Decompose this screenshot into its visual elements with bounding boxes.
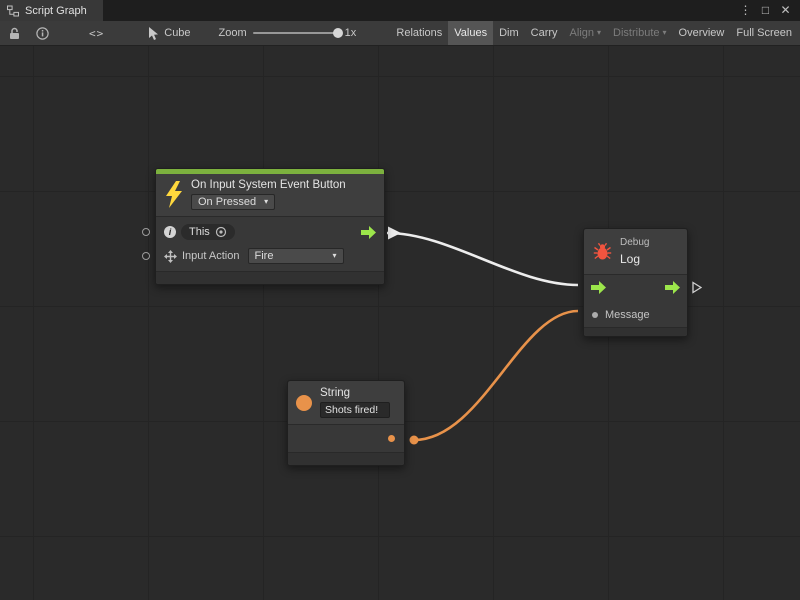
string-output-row [288, 425, 404, 452]
input-action-icon [164, 250, 177, 263]
debug-log-node[interactable]: Debug Log Message [583, 228, 688, 337]
message-label: Message [605, 309, 650, 321]
zoom-value: 1x [345, 27, 357, 39]
flow-input-port[interactable] [591, 281, 606, 297]
carry-button[interactable]: Carry [525, 21, 564, 45]
graph-target[interactable]: Cube [142, 21, 196, 45]
string-literal-node[interactable]: String [287, 380, 405, 466]
info-icon [36, 27, 49, 40]
event-node[interactable]: On Input System Event Button On Pressed … [155, 168, 385, 285]
lock-icon [8, 27, 20, 40]
zoom-slider[interactable] [253, 32, 339, 34]
string-node-footer [288, 452, 404, 465]
relations-button[interactable]: Relations [390, 21, 448, 45]
overview-button[interactable]: Overview [673, 21, 731, 45]
graph-toolbar: <> Cube Zoom 1x Relations Values Dim Car… [0, 21, 800, 46]
event-mode-dropdown[interactable]: On Pressed ▾ [191, 194, 275, 210]
event-node-body: i This Inpu [156, 217, 384, 271]
info-button[interactable] [28, 21, 57, 45]
chevron-down-icon: ▾ [332, 252, 336, 260]
self-port-row: i This [156, 220, 384, 244]
self-input-port[interactable] [142, 228, 150, 236]
input-action-port[interactable] [142, 252, 150, 260]
graph-icon [7, 5, 19, 17]
node-title: Log [620, 252, 640, 266]
message-input-port[interactable] [592, 312, 598, 318]
event-node-footer [156, 271, 384, 284]
zoom-control: Zoom 1x [219, 27, 357, 39]
object-picker-icon [215, 226, 227, 238]
script-graph-window: Script Graph ⋮ □ ✕ <> [0, 0, 800, 600]
window-controls: ⋮ □ ✕ [737, 0, 800, 21]
info-icon: i [164, 226, 176, 238]
bug-icon [593, 242, 612, 261]
unconnected-flow-port[interactable] [692, 281, 702, 297]
lock-button[interactable] [0, 21, 28, 45]
gameobject-selector[interactable]: This [181, 224, 235, 240]
title-bar: Script Graph ⋮ □ ✕ [0, 0, 800, 21]
node-category: Debug [620, 237, 649, 249]
lightning-bolt-icon [164, 181, 184, 208]
string-node-titles: String [320, 387, 390, 418]
zoom-slider-handle[interactable] [333, 28, 343, 38]
debug-node-footer [584, 327, 687, 336]
node-title: String [320, 387, 350, 399]
zoom-label: Zoom [219, 27, 247, 39]
window-menu-button[interactable]: ⋮ [737, 0, 754, 21]
input-action-label: Input Action [182, 250, 240, 262]
pointer-icon [148, 27, 159, 40]
align-dropdown[interactable]: Align ▾ [564, 21, 607, 45]
debug-node-header: Debug Log [584, 229, 687, 275]
event-node-titles: On Input System Event Button On Pressed … [191, 179, 346, 210]
string-output-port[interactable] [388, 435, 395, 442]
toolbar-buttons: Relations Values Dim Carry Align ▾ Distr… [390, 21, 798, 45]
target-name: Cube [164, 27, 190, 39]
string-value-input[interactable] [320, 402, 390, 418]
distribute-dropdown[interactable]: Distribute ▾ [607, 21, 672, 45]
string-type-icon [296, 395, 312, 411]
tab-title: Script Graph [25, 5, 87, 17]
tab-script-graph[interactable]: Script Graph [0, 0, 103, 21]
maximize-button[interactable]: □ [757, 0, 774, 21]
message-port-row: Message [584, 303, 687, 327]
node-title: On Input System Event Button [191, 179, 346, 191]
close-button[interactable]: ✕ [777, 0, 794, 21]
debug-flow-row [584, 275, 687, 303]
chevron-down-icon: ▾ [264, 198, 268, 206]
event-node-header: On Input System Event Button On Pressed … [156, 174, 384, 217]
chevron-down-icon: ▾ [663, 29, 667, 37]
input-action-dropdown[interactable]: Fire ▾ [248, 248, 344, 264]
string-node-header: String [288, 381, 404, 425]
values-button[interactable]: Values [448, 21, 493, 45]
flow-output-port[interactable] [361, 226, 376, 239]
chevron-down-icon: ▾ [597, 29, 601, 37]
flow-output-port[interactable] [665, 281, 680, 297]
code-view-button[interactable]: <> [81, 21, 112, 45]
dim-button[interactable]: Dim [493, 21, 525, 45]
code-icon: <> [89, 27, 104, 40]
fullscreen-button[interactable]: Full Screen [730, 21, 798, 45]
input-action-row: Input Action Fire ▾ [156, 244, 384, 268]
debug-node-titles: Debug Log [620, 237, 649, 266]
